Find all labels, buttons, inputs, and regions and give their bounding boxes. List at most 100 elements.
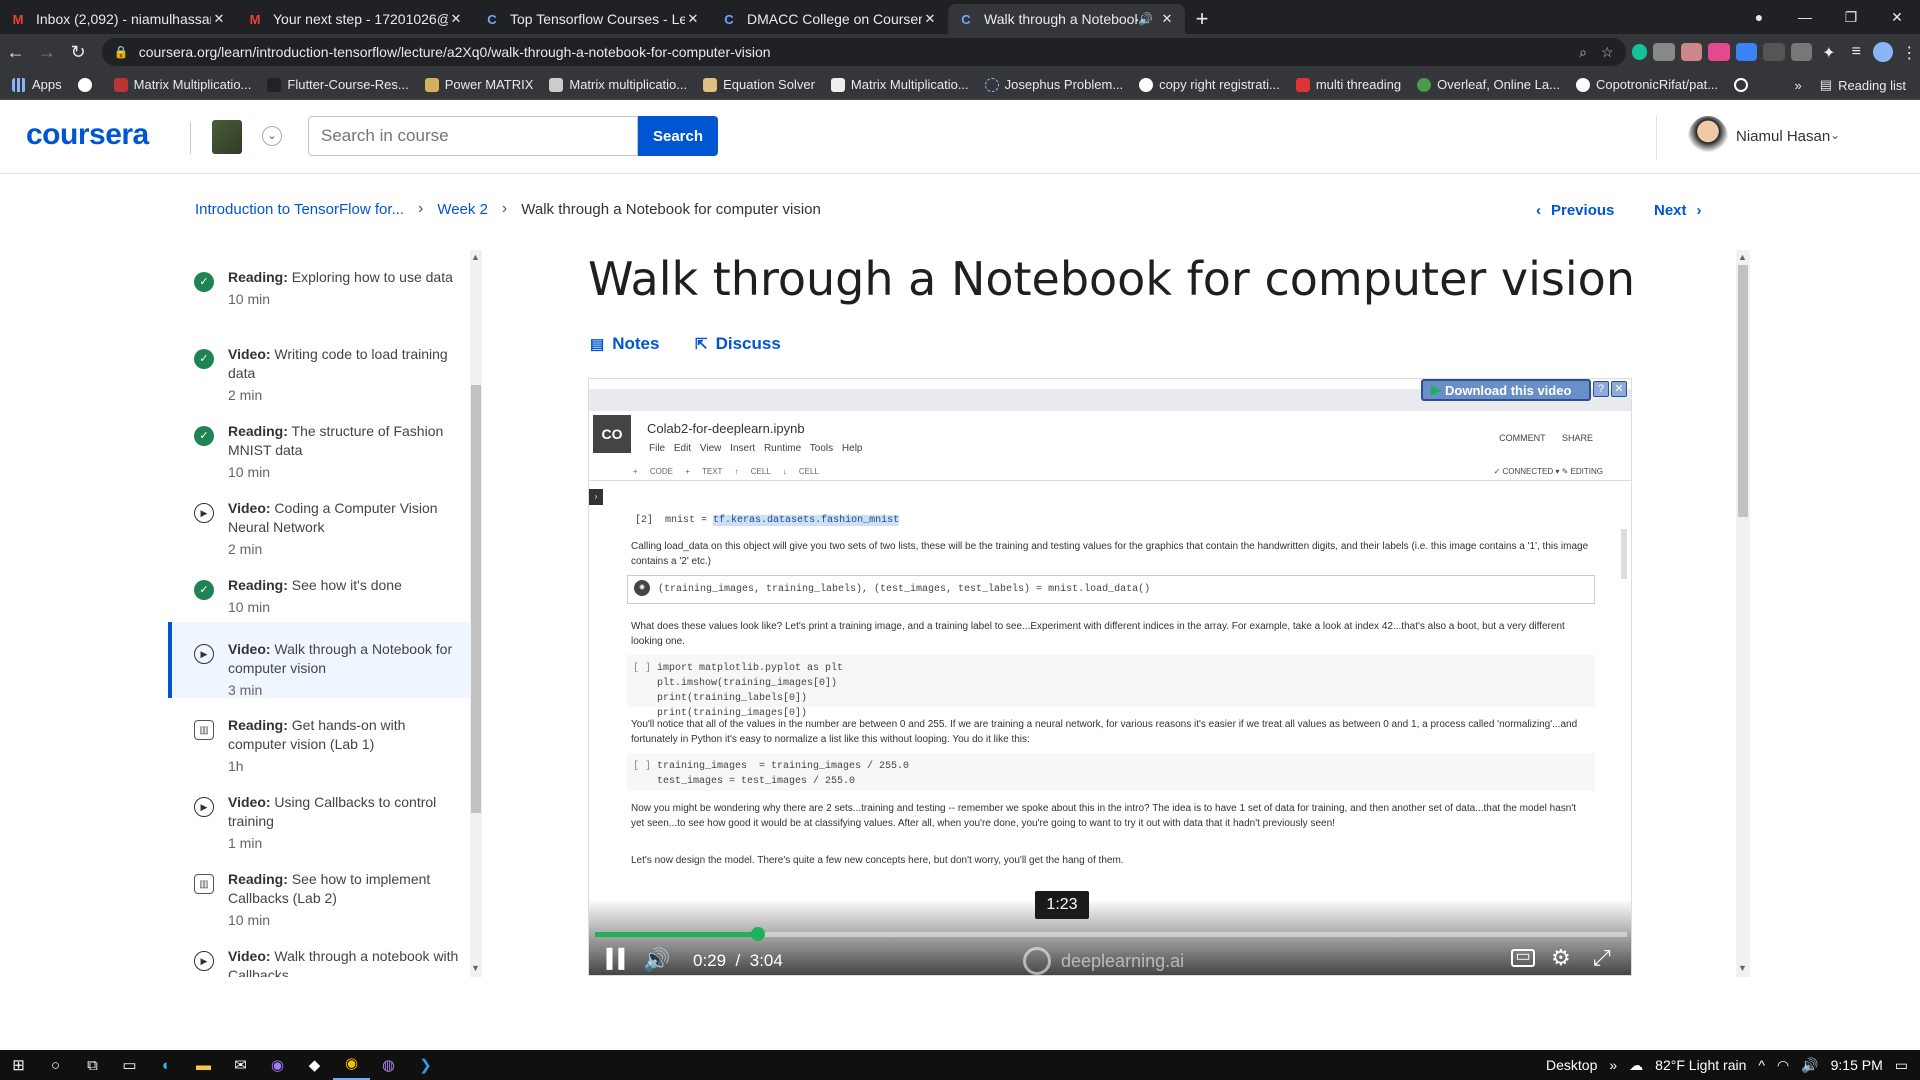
extension-grammarly-icon[interactable] bbox=[1631, 44, 1648, 60]
edge-icon[interactable]: ◐ bbox=[148, 1057, 185, 1074]
bookmark[interactable]: Matrix multiplicatio... bbox=[549, 77, 687, 92]
sidebar-item-active[interactable]: ▶ Video: Walk through a Notebook for comp… bbox=[168, 622, 470, 698]
search-icon[interactable]: ○ bbox=[37, 1057, 74, 1074]
volume-icon[interactable]: 🔊 bbox=[643, 947, 670, 973]
profile-avatar-icon[interactable] bbox=[1873, 42, 1893, 62]
sidebar-item[interactable]: ▶ Video: Walk through a notebook with Cal… bbox=[168, 929, 470, 977]
bookmark[interactable]: CopotronicRifat/pat... bbox=[1575, 77, 1718, 92]
close-tab-icon[interactable]: ✕ bbox=[922, 11, 938, 27]
browser-tab[interactable]: CTop Tensorflow Courses - Learn T✕ bbox=[474, 4, 711, 34]
extension-camera-icon[interactable] bbox=[1653, 43, 1675, 61]
address-bar[interactable]: 🔒 coursera.org/learn/introduction-tensor… bbox=[101, 38, 1626, 66]
sidebar-item[interactable]: ✓ Video: Writing code to load training da… bbox=[168, 327, 470, 404]
sidebar-item[interactable]: ✓ Reading: Exploring how to use data 10 mi… bbox=[168, 250, 470, 327]
sidebar-item[interactable]: ▥ Reading: See how to implement Callbacks… bbox=[168, 852, 470, 929]
bookmark[interactable] bbox=[1734, 77, 1754, 92]
sidebar-item[interactable]: ▶ Video: Using Callbacks to control train… bbox=[168, 775, 470, 852]
sidebar-scrollbar-thumb[interactable] bbox=[471, 385, 481, 813]
media-control-icon[interactable]: ≡ bbox=[1846, 43, 1867, 61]
forward-icon[interactable]: → bbox=[31, 42, 62, 63]
weather-text[interactable]: 82°F Light rain bbox=[1655, 1057, 1746, 1073]
puzzle-icon[interactable]: ✦ bbox=[1818, 43, 1839, 62]
scroll-down-arrow-icon[interactable]: ▼ bbox=[471, 963, 480, 973]
extension-icon[interactable] bbox=[1708, 43, 1730, 61]
menu-kebab-icon[interactable]: ⋮ bbox=[1899, 43, 1920, 62]
wifi-icon[interactable]: ◠ bbox=[1777, 1057, 1789, 1074]
close-tab-icon[interactable]: ✕ bbox=[211, 11, 227, 27]
bookmark[interactable] bbox=[77, 77, 98, 92]
terminal-icon[interactable]: ▭ bbox=[111, 1056, 148, 1074]
fullscreen-icon[interactable]: ⤢ bbox=[1593, 945, 1611, 971]
app-icon[interactable]: ◆ bbox=[296, 1056, 333, 1074]
chevron-down-icon[interactable]: ⌄ bbox=[262, 126, 282, 146]
bookmark[interactable]: copy right registrati... bbox=[1139, 77, 1280, 92]
speaker-icon[interactable]: 🔊 bbox=[1801, 1057, 1818, 1074]
scroll-down-arrow-icon[interactable]: ▼ bbox=[1738, 963, 1747, 973]
discuss-button[interactable]: ⇱ Discuss bbox=[695, 334, 781, 354]
restore-icon[interactable]: ❐ bbox=[1828, 9, 1874, 26]
messenger-icon[interactable]: ◉ bbox=[259, 1056, 296, 1074]
browser-tab[interactable]: MYour next step - 17201026@uap-✕ bbox=[237, 4, 474, 34]
chrome-icon[interactable]: ◉ bbox=[333, 1050, 370, 1080]
help-icon[interactable]: ? bbox=[1593, 381, 1609, 397]
bookmark[interactable]: Power MATRIX bbox=[424, 77, 533, 92]
extension-icon[interactable] bbox=[1680, 43, 1703, 61]
extension-pen-icon[interactable] bbox=[1790, 43, 1813, 61]
browser-tab[interactable]: CDMACC College on Coursera | Co✕ bbox=[711, 4, 948, 34]
file-explorer-icon[interactable]: ▬ bbox=[185, 1057, 222, 1074]
scroll-up-arrow-icon[interactable]: ▲ bbox=[471, 252, 480, 262]
coursera-logo[interactable]: coursera bbox=[26, 118, 149, 152]
close-tab-icon[interactable]: ✕ bbox=[448, 11, 464, 27]
avatar[interactable] bbox=[1688, 116, 1728, 160]
bookmark[interactable]: Josephus Problem... bbox=[984, 77, 1123, 92]
next-button[interactable]: Next › bbox=[1654, 202, 1702, 219]
bookmark[interactable]: Matrix Multiplicatio... bbox=[830, 77, 969, 92]
extension-download-icon[interactable] bbox=[1735, 43, 1758, 61]
captions-icon[interactable]: ▭ bbox=[1511, 949, 1535, 967]
speaker-icon[interactable]: 🔊 bbox=[1138, 12, 1153, 26]
search-button[interactable]: Search bbox=[638, 116, 718, 156]
windows-start-icon[interactable]: ⊞ bbox=[0, 1056, 37, 1074]
zoom-icon[interactable]: ⌕ bbox=[1579, 44, 1587, 61]
close-window-icon[interactable]: ✕ bbox=[1874, 9, 1920, 26]
bookmark[interactable]: Flutter-Course-Res... bbox=[267, 77, 409, 92]
bookmark-star-icon[interactable]: ☆ bbox=[1601, 44, 1614, 61]
mail-icon[interactable]: ✉ bbox=[222, 1056, 259, 1074]
sidebar-item[interactable]: ▥ Reading: Get hands-on with computer vis… bbox=[168, 698, 470, 775]
chevron-more-icon[interactable]: » bbox=[1795, 78, 1802, 93]
browser-tab[interactable]: MInbox (2,092) - niamulhassan64@✕ bbox=[0, 4, 237, 34]
profile-circle-icon[interactable]: ● bbox=[1736, 9, 1782, 25]
gear-icon[interactable]: ⚙ bbox=[1551, 945, 1571, 971]
pause-icon[interactable]: ▍▍ bbox=[607, 949, 633, 970]
scroll-up-arrow-icon[interactable]: ▲ bbox=[1738, 252, 1747, 262]
progress-knob[interactable] bbox=[751, 927, 766, 941]
bookmark[interactable]: Equation Solver bbox=[703, 77, 815, 92]
breadcrumb-course[interactable]: Introduction to TensorFlow for... bbox=[195, 201, 404, 218]
breadcrumb-week[interactable]: Week 2 bbox=[437, 201, 488, 218]
sidebar-item[interactable]: ✓ Reading: See how it's done 10 min bbox=[168, 558, 470, 622]
bookmark[interactable]: Overleaf, Online La... bbox=[1417, 77, 1560, 92]
back-icon[interactable]: ← bbox=[0, 42, 31, 63]
user-name[interactable]: Niamul Hasan bbox=[1736, 128, 1830, 145]
new-tab-button[interactable]: + bbox=[1185, 4, 1219, 34]
bookmark-apps[interactable]: Apps bbox=[12, 77, 62, 92]
browser-tab-active[interactable]: CWalk through a Notebook fo🔊✕ bbox=[948, 4, 1185, 34]
progress-bar[interactable] bbox=[595, 927, 1627, 941]
search-input[interactable] bbox=[308, 116, 638, 156]
notification-icon[interactable]: ▭ bbox=[1895, 1057, 1908, 1074]
sidebar-item[interactable]: ✓ Reading: The structure of Fashion MNIST… bbox=[168, 404, 470, 481]
task-view-icon[interactable]: ⧉ bbox=[74, 1057, 111, 1074]
notes-button[interactable]: ▤ Notes bbox=[590, 334, 659, 354]
course-thumbnail[interactable] bbox=[212, 120, 242, 154]
video-player[interactable]: CO Colab2-for-deeplearn.ipynb File Edit … bbox=[588, 378, 1632, 976]
close-icon[interactable]: ✕ bbox=[1611, 381, 1627, 397]
chevron-down-icon[interactable]: ⌄ bbox=[1830, 128, 1840, 142]
clock[interactable]: 9:15 PM bbox=[1831, 1057, 1883, 1073]
bookmark[interactable]: Matrix Multiplicatio... bbox=[113, 77, 251, 92]
sidebar-item[interactable]: ▶ Video: Coding a Computer Vision Neural … bbox=[168, 481, 470, 558]
previous-button[interactable]: ‹ Previous bbox=[1536, 202, 1614, 219]
desktop-toolbar[interactable]: Desktop bbox=[1546, 1057, 1597, 1073]
bookmark[interactable]: multi threading bbox=[1295, 77, 1401, 92]
close-tab-icon[interactable]: ✕ bbox=[685, 11, 701, 27]
download-video-button[interactable]: ▶ Download this video bbox=[1421, 379, 1591, 401]
